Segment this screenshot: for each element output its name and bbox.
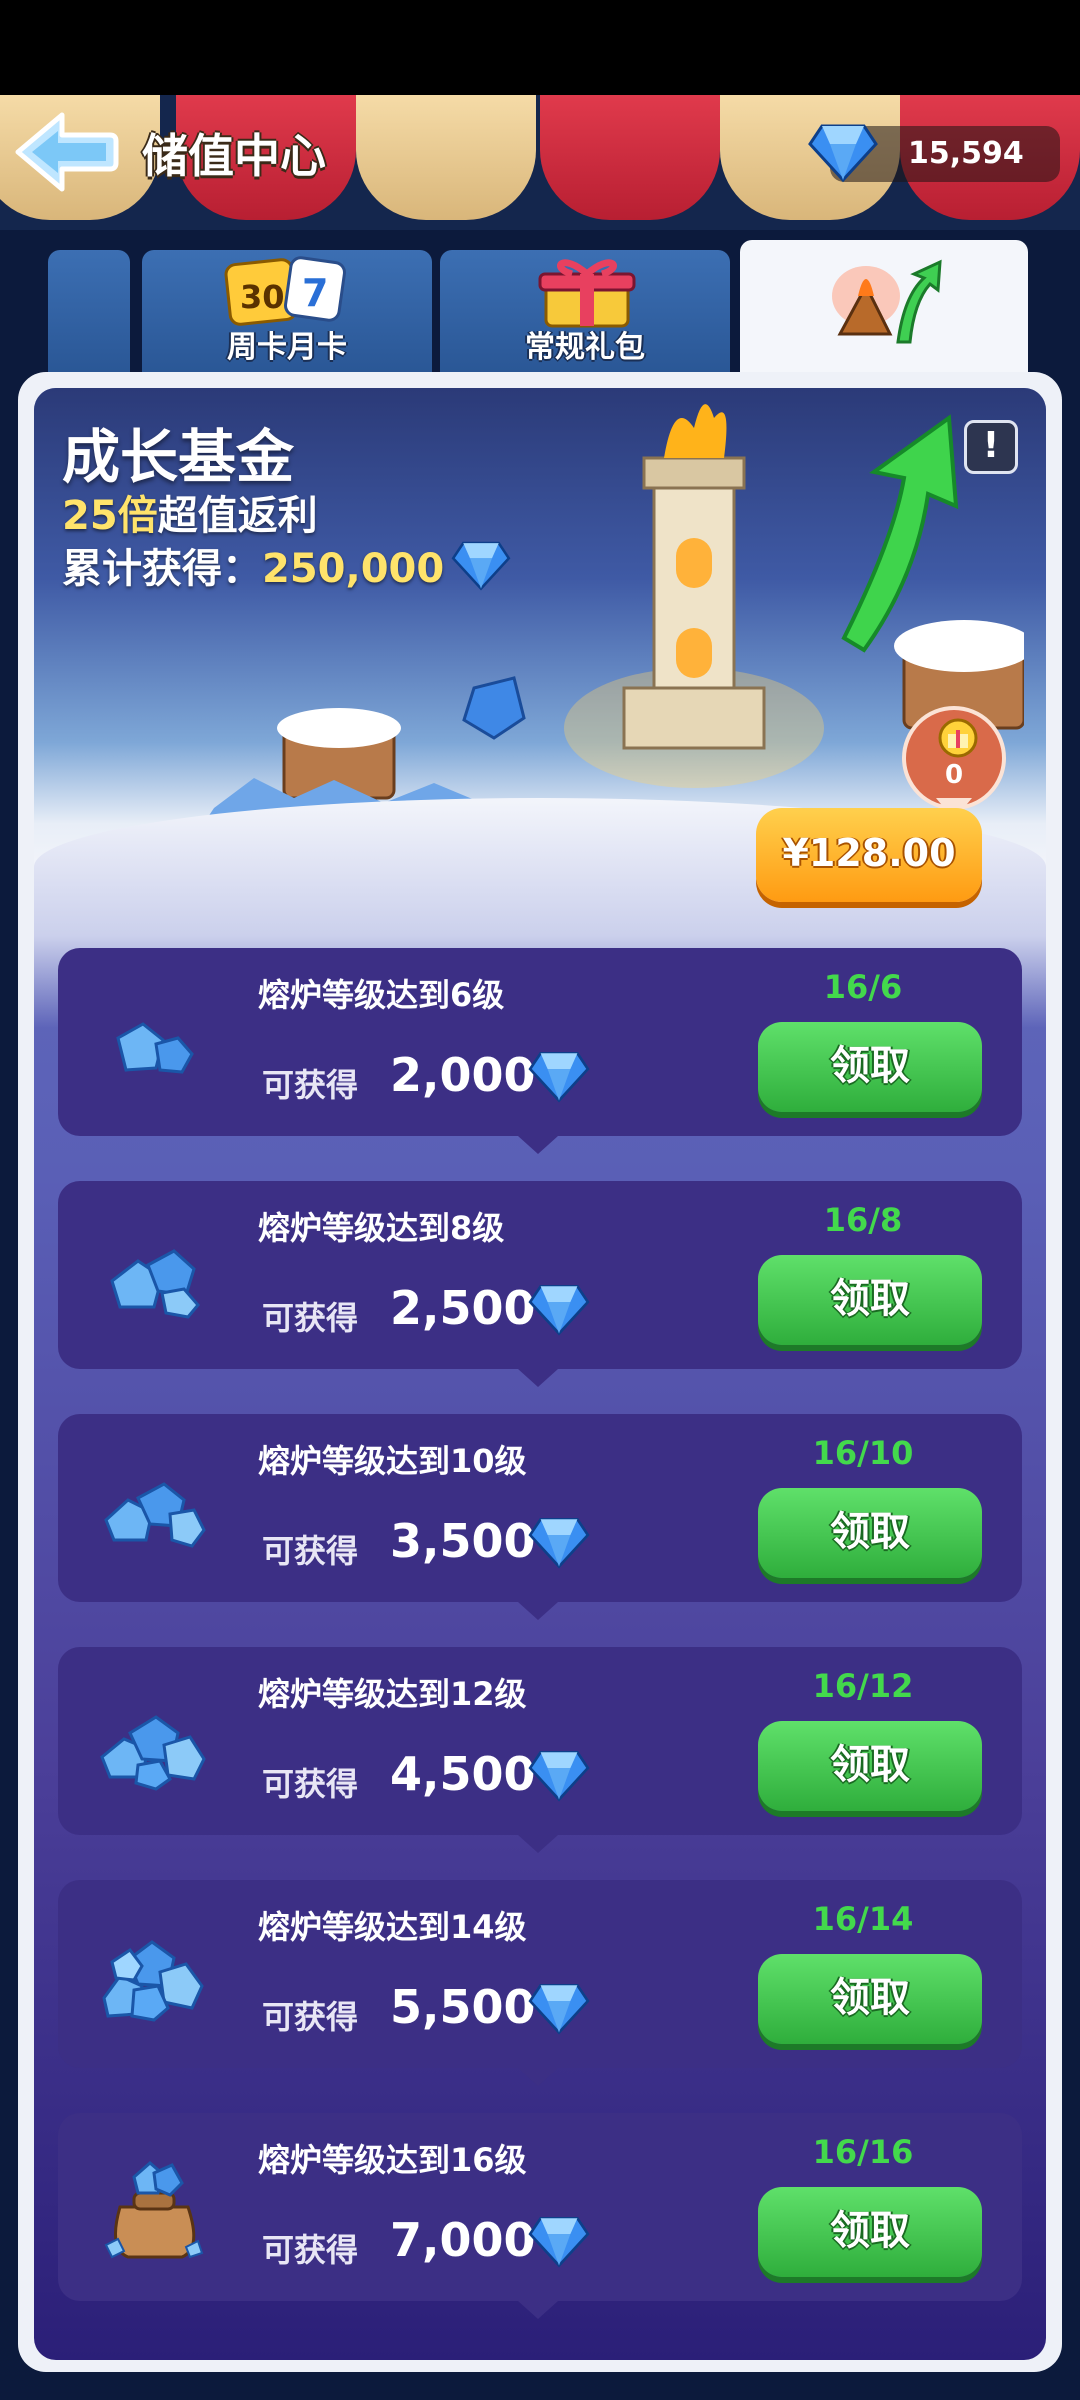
multiplier-text: 超值返利 bbox=[157, 493, 318, 539]
tab-weekly-monthly-card[interactable]: 30 7 周卡月卡 bbox=[142, 250, 432, 372]
level-progress: 16/14 bbox=[812, 1900, 914, 1938]
multiplier: 25倍 bbox=[62, 493, 158, 539]
reward-row: 熔炉等级达到16级 可获得 7,000 16/16 领取 bbox=[58, 2113, 1022, 2319]
gain-amount: 4,500 bbox=[390, 1747, 536, 1801]
status-bar bbox=[0, 0, 1080, 95]
gain-label: 可获得 bbox=[262, 1066, 359, 1104]
gain-label: 可获得 bbox=[262, 1299, 359, 1337]
claim-button[interactable]: 领取 bbox=[758, 2187, 982, 2277]
gain-label: 可获得 bbox=[262, 1765, 359, 1803]
reward-row: 熔炉等级达到8级 可获得 2,500 16/8 领取 bbox=[58, 1181, 1022, 1387]
gem-small-icon bbox=[116, 1022, 194, 1074]
growth-fund-icon bbox=[832, 259, 942, 344]
claim-button[interactable]: 领取 bbox=[758, 1488, 982, 1578]
level-progress: 16/8 bbox=[823, 1201, 903, 1239]
claim-button[interactable]: 领取 bbox=[758, 1255, 982, 1345]
total-earned: 累计获得：250,000 bbox=[62, 536, 512, 594]
banner-subtitle: 25倍超值返利 bbox=[62, 483, 318, 541]
level-progress: 16/10 bbox=[812, 1434, 914, 1472]
reward-condition: 熔炉等级达到12级 bbox=[258, 1675, 527, 1713]
reward-condition: 熔炉等级达到6级 bbox=[258, 976, 505, 1014]
tab-partial[interactable] bbox=[48, 250, 130, 372]
row-notch bbox=[518, 1369, 558, 1387]
gem-pile-icon bbox=[104, 1482, 206, 1548]
reward-row: 熔炉等级达到12级 可获得 4,500 16/12 领取 bbox=[58, 1647, 1022, 1853]
tab-label: 周卡月卡 bbox=[227, 330, 347, 365]
svg-text:7: 7 bbox=[302, 271, 328, 315]
calendar-30-7-icon: 30 7 bbox=[224, 256, 346, 326]
row-notch bbox=[518, 1602, 558, 1620]
gift-reward-bubble[interactable]: 0 bbox=[902, 706, 1006, 820]
total-value: 250,000 bbox=[262, 546, 445, 592]
currency-amount: 15,594 bbox=[908, 136, 1024, 171]
gem-heap-icon bbox=[102, 1940, 204, 2022]
gift-box-icon bbox=[538, 259, 636, 328]
gift-icon bbox=[938, 718, 978, 758]
row-notch bbox=[518, 1136, 558, 1154]
back-arrow-icon[interactable] bbox=[10, 107, 120, 197]
reward-condition: 熔炉等级达到10级 bbox=[258, 1442, 527, 1480]
row-notch bbox=[518, 1835, 558, 1853]
diamond-icon bbox=[528, 1983, 590, 2035]
purchase-price-button[interactable]: ¥128.00 bbox=[756, 808, 982, 902]
gain-amount: 7,000 bbox=[390, 2213, 536, 2267]
reward-condition: 熔炉等级达到16级 bbox=[258, 2141, 527, 2179]
claim-button[interactable]: 领取 bbox=[758, 1721, 982, 1811]
reward-condition: 熔炉等级达到8级 bbox=[258, 1209, 505, 1247]
reward-row: 熔炉等级达到6级 可获得 2,000 16/6 领取 bbox=[58, 948, 1022, 1154]
currency-display: 15,594 bbox=[808, 124, 1060, 183]
tab-growth-fund[interactable] bbox=[740, 240, 1028, 375]
diamond-icon bbox=[808, 124, 878, 183]
diamond-icon bbox=[528, 1517, 590, 1569]
gem-bag-icon bbox=[104, 2161, 204, 2259]
page-title: 储值中心 bbox=[142, 129, 326, 183]
reward-condition: 熔炉等级达到14级 bbox=[258, 1908, 527, 1946]
diamond-icon bbox=[528, 1284, 590, 1336]
level-progress: 16/16 bbox=[812, 2133, 914, 2171]
gain-amount: 3,500 bbox=[390, 1514, 536, 1568]
gem-pile-large-icon bbox=[100, 1715, 206, 1791]
claim-button[interactable]: 领取 bbox=[758, 1954, 982, 2044]
info-button[interactable]: ! bbox=[964, 420, 1018, 474]
reward-row: 熔炉等级达到14级 可获得 5,500 16/14 领取 bbox=[58, 1880, 1022, 2086]
tab-regular-pack[interactable]: 常规礼包 bbox=[440, 250, 730, 372]
gift-count: 0 bbox=[944, 760, 964, 790]
reward-row: 熔炉等级达到10级 可获得 3,500 16/10 领取 bbox=[58, 1414, 1022, 1620]
gem-pile-icon bbox=[110, 1249, 200, 1319]
gain-amount: 2,000 bbox=[390, 1048, 536, 1102]
reward-list: 熔炉等级达到6级 可获得 2,000 16/6 领取 熔炉等级达到8级 可获得 … bbox=[58, 948, 1022, 2346]
gain-label: 可获得 bbox=[262, 1532, 359, 1570]
tab-bar: 30 7 周卡月卡 常规礼包 bbox=[0, 240, 1080, 375]
tab-label: 常规礼包 bbox=[525, 330, 645, 365]
gain-amount: 2,500 bbox=[390, 1281, 536, 1335]
level-progress: 16/6 bbox=[823, 968, 903, 1006]
total-label: 累计获得： bbox=[62, 546, 262, 592]
row-notch bbox=[518, 2068, 558, 2086]
level-progress: 16/12 bbox=[812, 1667, 914, 1705]
diamond-icon bbox=[451, 541, 511, 591]
gain-amount: 5,500 bbox=[390, 1980, 536, 2034]
diamond-icon bbox=[528, 2216, 590, 2268]
svg-text:30: 30 bbox=[240, 278, 285, 316]
claim-button[interactable]: 领取 bbox=[758, 1022, 982, 1112]
diamond-icon bbox=[528, 1750, 590, 1802]
gain-label: 可获得 bbox=[262, 2231, 359, 2269]
diamond-icon bbox=[528, 1051, 590, 1103]
row-notch bbox=[518, 2301, 558, 2319]
banner-title: 成长基金 bbox=[62, 423, 295, 491]
gain-label: 可获得 bbox=[262, 1998, 359, 2036]
